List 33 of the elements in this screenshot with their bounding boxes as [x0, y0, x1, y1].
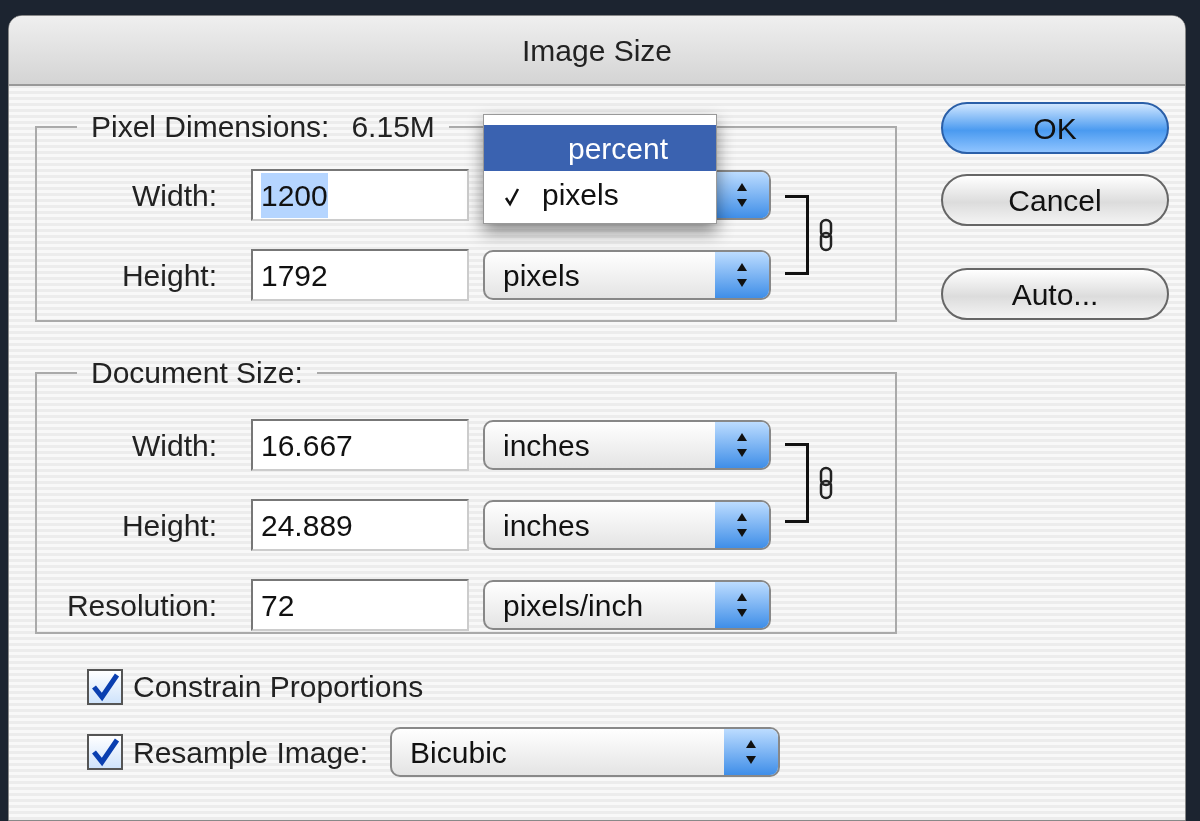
- checkmark-icon: [504, 186, 520, 207]
- menu-item[interactable]: percent: [484, 125, 716, 171]
- checkbox[interactable]: [87, 734, 123, 770]
- field-label: Width:: [130, 427, 218, 464]
- unit-dropdown[interactable]: pixels/inch: [483, 580, 771, 630]
- field-label: Height:: [120, 507, 218, 544]
- chain-link-icon: [819, 218, 833, 252]
- checkmark-icon: [90, 737, 120, 767]
- input-field[interactable]: 24.889: [251, 499, 469, 551]
- input-field[interactable]: 72: [251, 579, 469, 631]
- field-label: Resolution:: [65, 587, 218, 624]
- window-title: Image Size: [521, 32, 673, 69]
- input-field[interactable]: 16.667: [251, 419, 469, 471]
- group-label: Document Size:: [91, 356, 303, 389]
- menu-item[interactable]: pixels: [484, 171, 716, 217]
- chain-link-icon: [819, 466, 833, 500]
- input-field[interactable]: 1200: [251, 169, 469, 221]
- checkbox-label: Resample Image:: [133, 734, 369, 771]
- field-label: Height:: [120, 257, 218, 294]
- checkmark-icon: [90, 671, 120, 702]
- unit-dropdown[interactable]: inches: [483, 420, 771, 470]
- field-label: Width:: [130, 177, 218, 214]
- dialog-button[interactable]: Auto...: [941, 268, 1169, 320]
- checkbox[interactable]: [87, 668, 123, 705]
- resample-dropdown[interactable]: Bicubic: [390, 727, 781, 777]
- dialog-button[interactable]: OK: [941, 102, 1169, 154]
- file-size-text: 6.15M: [351, 109, 435, 145]
- unit-dropdown[interactable]: pixels: [483, 250, 771, 300]
- group-label: Pixel Dimensions:: [91, 109, 330, 145]
- checkbox-label: Constrain Proportions: [133, 669, 424, 705]
- unit-dropdown[interactable]: inches: [483, 500, 771, 550]
- input-field[interactable]: 1792: [251, 249, 469, 301]
- dialog-button[interactable]: Cancel: [941, 174, 1169, 226]
